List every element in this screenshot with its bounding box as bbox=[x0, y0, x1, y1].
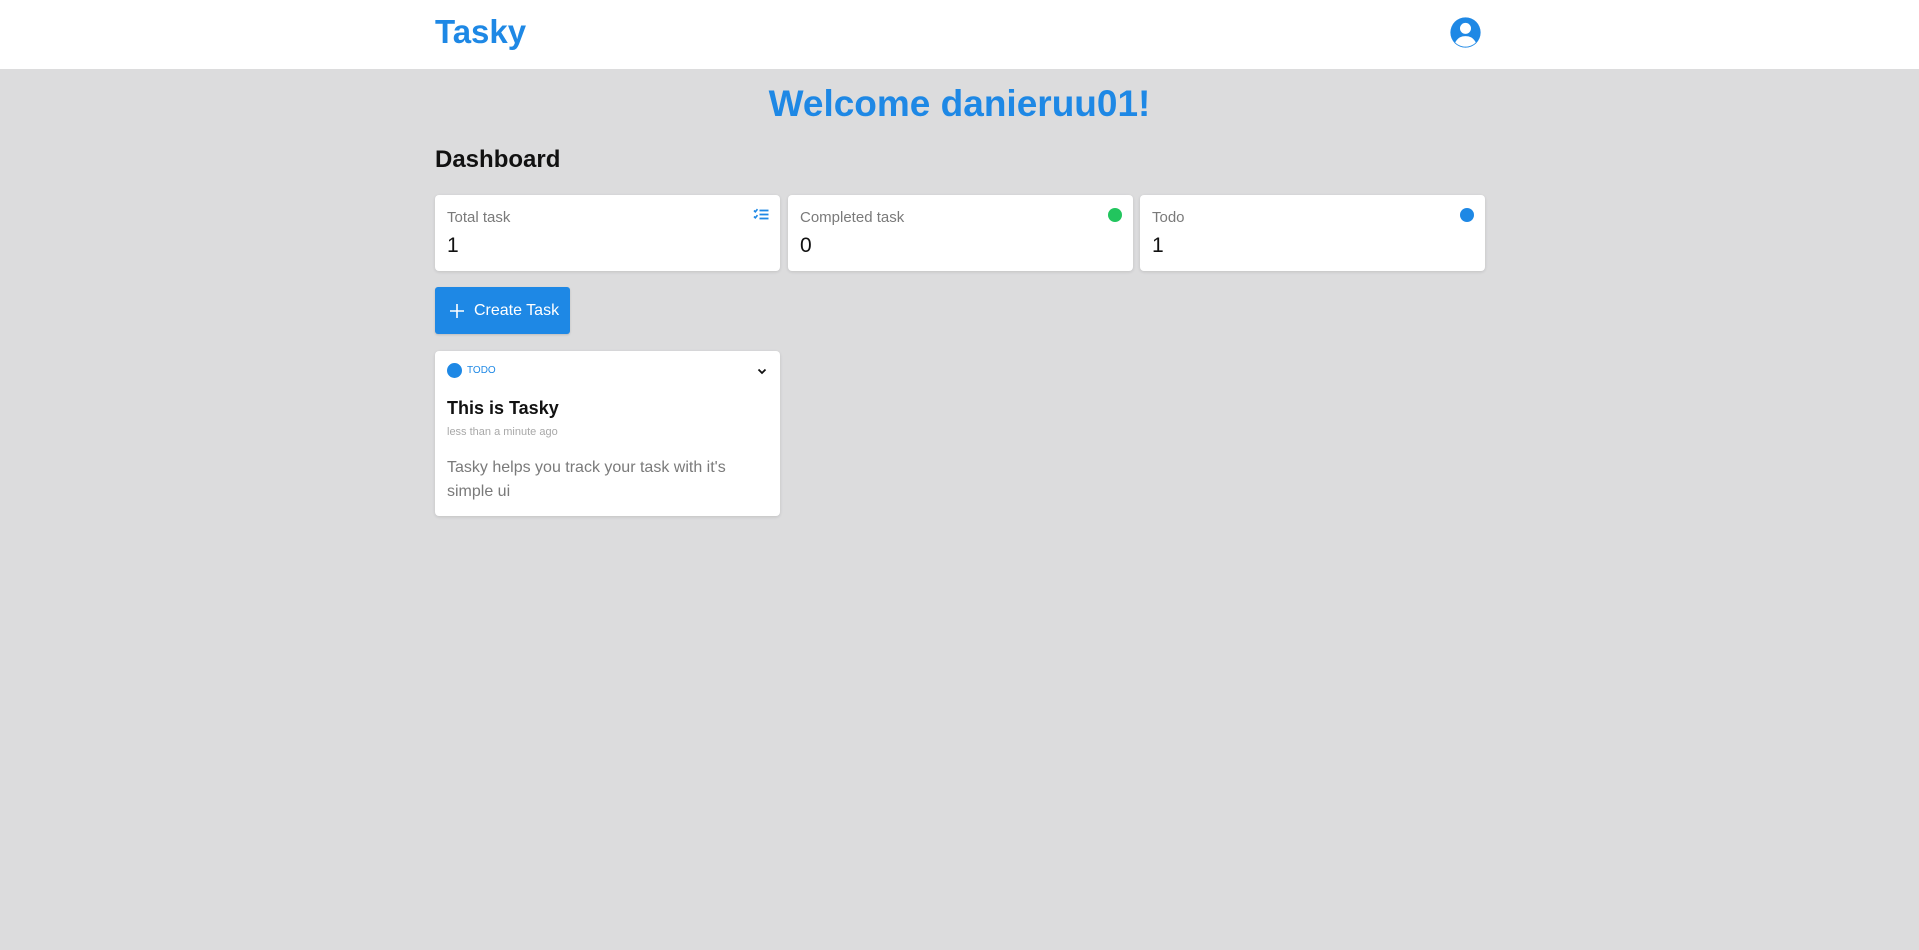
task-status-label: TODO bbox=[467, 364, 496, 376]
welcome-heading: Welcome danieruu01! bbox=[768, 83, 1151, 124]
checklist-icon bbox=[753, 208, 769, 220]
task-timestamp: less than a minute ago bbox=[447, 426, 558, 438]
task-title: This is Tasky bbox=[447, 398, 559, 418]
stat-value: 0 bbox=[800, 234, 812, 257]
dashboard-title: Dashboard bbox=[435, 146, 561, 173]
top-bar: Tasky bbox=[0, 0, 1919, 69]
stat-value: 1 bbox=[447, 234, 459, 257]
stat-card-total: Total task 1 bbox=[435, 195, 780, 271]
todo-status-dot-icon bbox=[1460, 208, 1474, 222]
account-circle-icon[interactable] bbox=[1449, 16, 1482, 49]
create-task-label: Create Task bbox=[474, 301, 560, 319]
task-card[interactable]: TODO This is Tasky less than a minute ag… bbox=[435, 351, 780, 516]
stat-card-todo: Todo 1 bbox=[1140, 195, 1485, 271]
app-logo[interactable]: Tasky bbox=[435, 12, 526, 52]
plus-icon bbox=[450, 303, 464, 318]
stat-label: Total task bbox=[447, 209, 511, 226]
task-description: Tasky helps you track your task with it'… bbox=[447, 459, 726, 500]
stat-label: Completed task bbox=[800, 209, 905, 226]
stat-label: Todo bbox=[1152, 209, 1185, 226]
stat-card-completed: Completed task 0 bbox=[788, 195, 1133, 271]
completed-status-dot-icon bbox=[1108, 208, 1122, 222]
create-task-button[interactable]: Create Task bbox=[435, 287, 570, 334]
task-status: TODO bbox=[447, 363, 496, 378]
chevron-down-icon[interactable] bbox=[756, 365, 768, 377]
stat-value: 1 bbox=[1152, 234, 1164, 257]
todo-status-dot-icon bbox=[447, 363, 462, 378]
